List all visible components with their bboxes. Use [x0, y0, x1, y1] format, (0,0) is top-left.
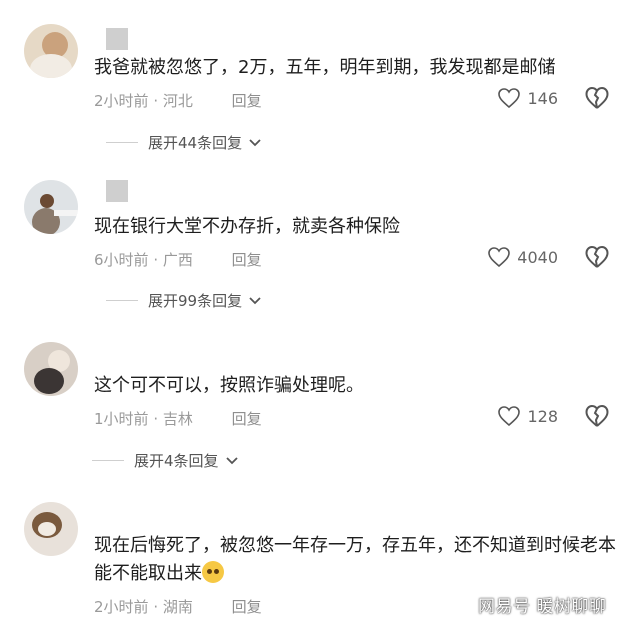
like-count: 4040	[517, 247, 558, 267]
reply-button[interactable]: 回复	[232, 92, 262, 110]
heart-icon	[498, 88, 521, 109]
comment-text: 我爸就被忽悠了，2万，五年，明年到期，我发现都是邮储	[94, 57, 556, 78]
comment-text: 这个可不可以，按照诈骗处理呢。	[94, 375, 364, 396]
comment-time: 2小时前	[94, 598, 149, 616]
expand-replies[interactable]: 展开99条回复	[106, 290, 262, 311]
reply-button[interactable]: 回复	[232, 410, 262, 428]
chevron-down-icon	[249, 138, 261, 146]
reply-button[interactable]: 回复	[232, 251, 262, 269]
comment-location: 吉林	[162, 410, 193, 428]
comment-time: 1小时前	[94, 410, 149, 428]
comment-meta: 2小时前 · 河北 回复	[94, 92, 262, 110]
heart-icon	[498, 406, 521, 427]
watermark: 网易号 暖树聊聊	[478, 597, 607, 617]
avatar[interactable]	[24, 342, 78, 396]
comment-time: 6小时前	[94, 251, 149, 269]
like-count: 128	[527, 406, 558, 426]
pleading-face-emoji-icon	[202, 561, 224, 583]
avatar[interactable]	[24, 180, 78, 234]
broken-heart-icon[interactable]	[584, 244, 610, 270]
comment-meta: 2小时前 · 湖南 回复	[94, 598, 262, 616]
username-placeholder[interactable]	[106, 28, 128, 50]
avatar[interactable]	[24, 502, 78, 556]
like-button[interactable]: 146	[497, 87, 558, 109]
expand-replies[interactable]: 展开44条回复	[106, 132, 262, 153]
expand-replies[interactable]: 展开4条回复	[92, 450, 239, 471]
chevron-down-icon	[249, 296, 261, 304]
divider	[106, 300, 138, 301]
like-button[interactable]: 128	[497, 405, 558, 427]
divider	[92, 460, 124, 461]
chevron-down-icon	[225, 456, 238, 464]
comment-text: 现在后悔死了，被忽悠一年存一万，存五年，还不知道到时候老本能不能取出来	[94, 532, 624, 588]
comment-location: 广西	[162, 251, 193, 269]
heart-icon	[488, 247, 511, 268]
like-button[interactable]: 4040	[487, 246, 558, 268]
comment-meta: 6小时前 · 广西 回复	[94, 251, 262, 269]
comment-location: 河北	[162, 92, 193, 110]
comment-text: 现在银行大堂不办存折，就卖各种保险	[94, 216, 400, 237]
expand-replies-label: 展开44条回复	[148, 134, 243, 152]
reply-button[interactable]: 回复	[232, 598, 262, 616]
username-placeholder[interactable]	[106, 180, 128, 202]
divider	[106, 142, 138, 143]
comment-meta: 1小时前 · 吉林 回复	[94, 410, 262, 428]
broken-heart-icon[interactable]	[584, 403, 610, 429]
comment-text-content: 现在后悔死了，被忽悠一年存一万，存五年，还不知道到时候老本能不能取出来	[94, 535, 616, 584]
comment-time: 2小时前	[94, 92, 149, 110]
expand-replies-label: 展开4条回复	[134, 452, 219, 470]
like-count: 146	[527, 88, 558, 108]
comment-location: 湖南	[162, 598, 193, 616]
expand-replies-label: 展开99条回复	[148, 292, 243, 310]
broken-heart-icon[interactable]	[584, 85, 610, 111]
avatar[interactable]	[24, 24, 78, 78]
